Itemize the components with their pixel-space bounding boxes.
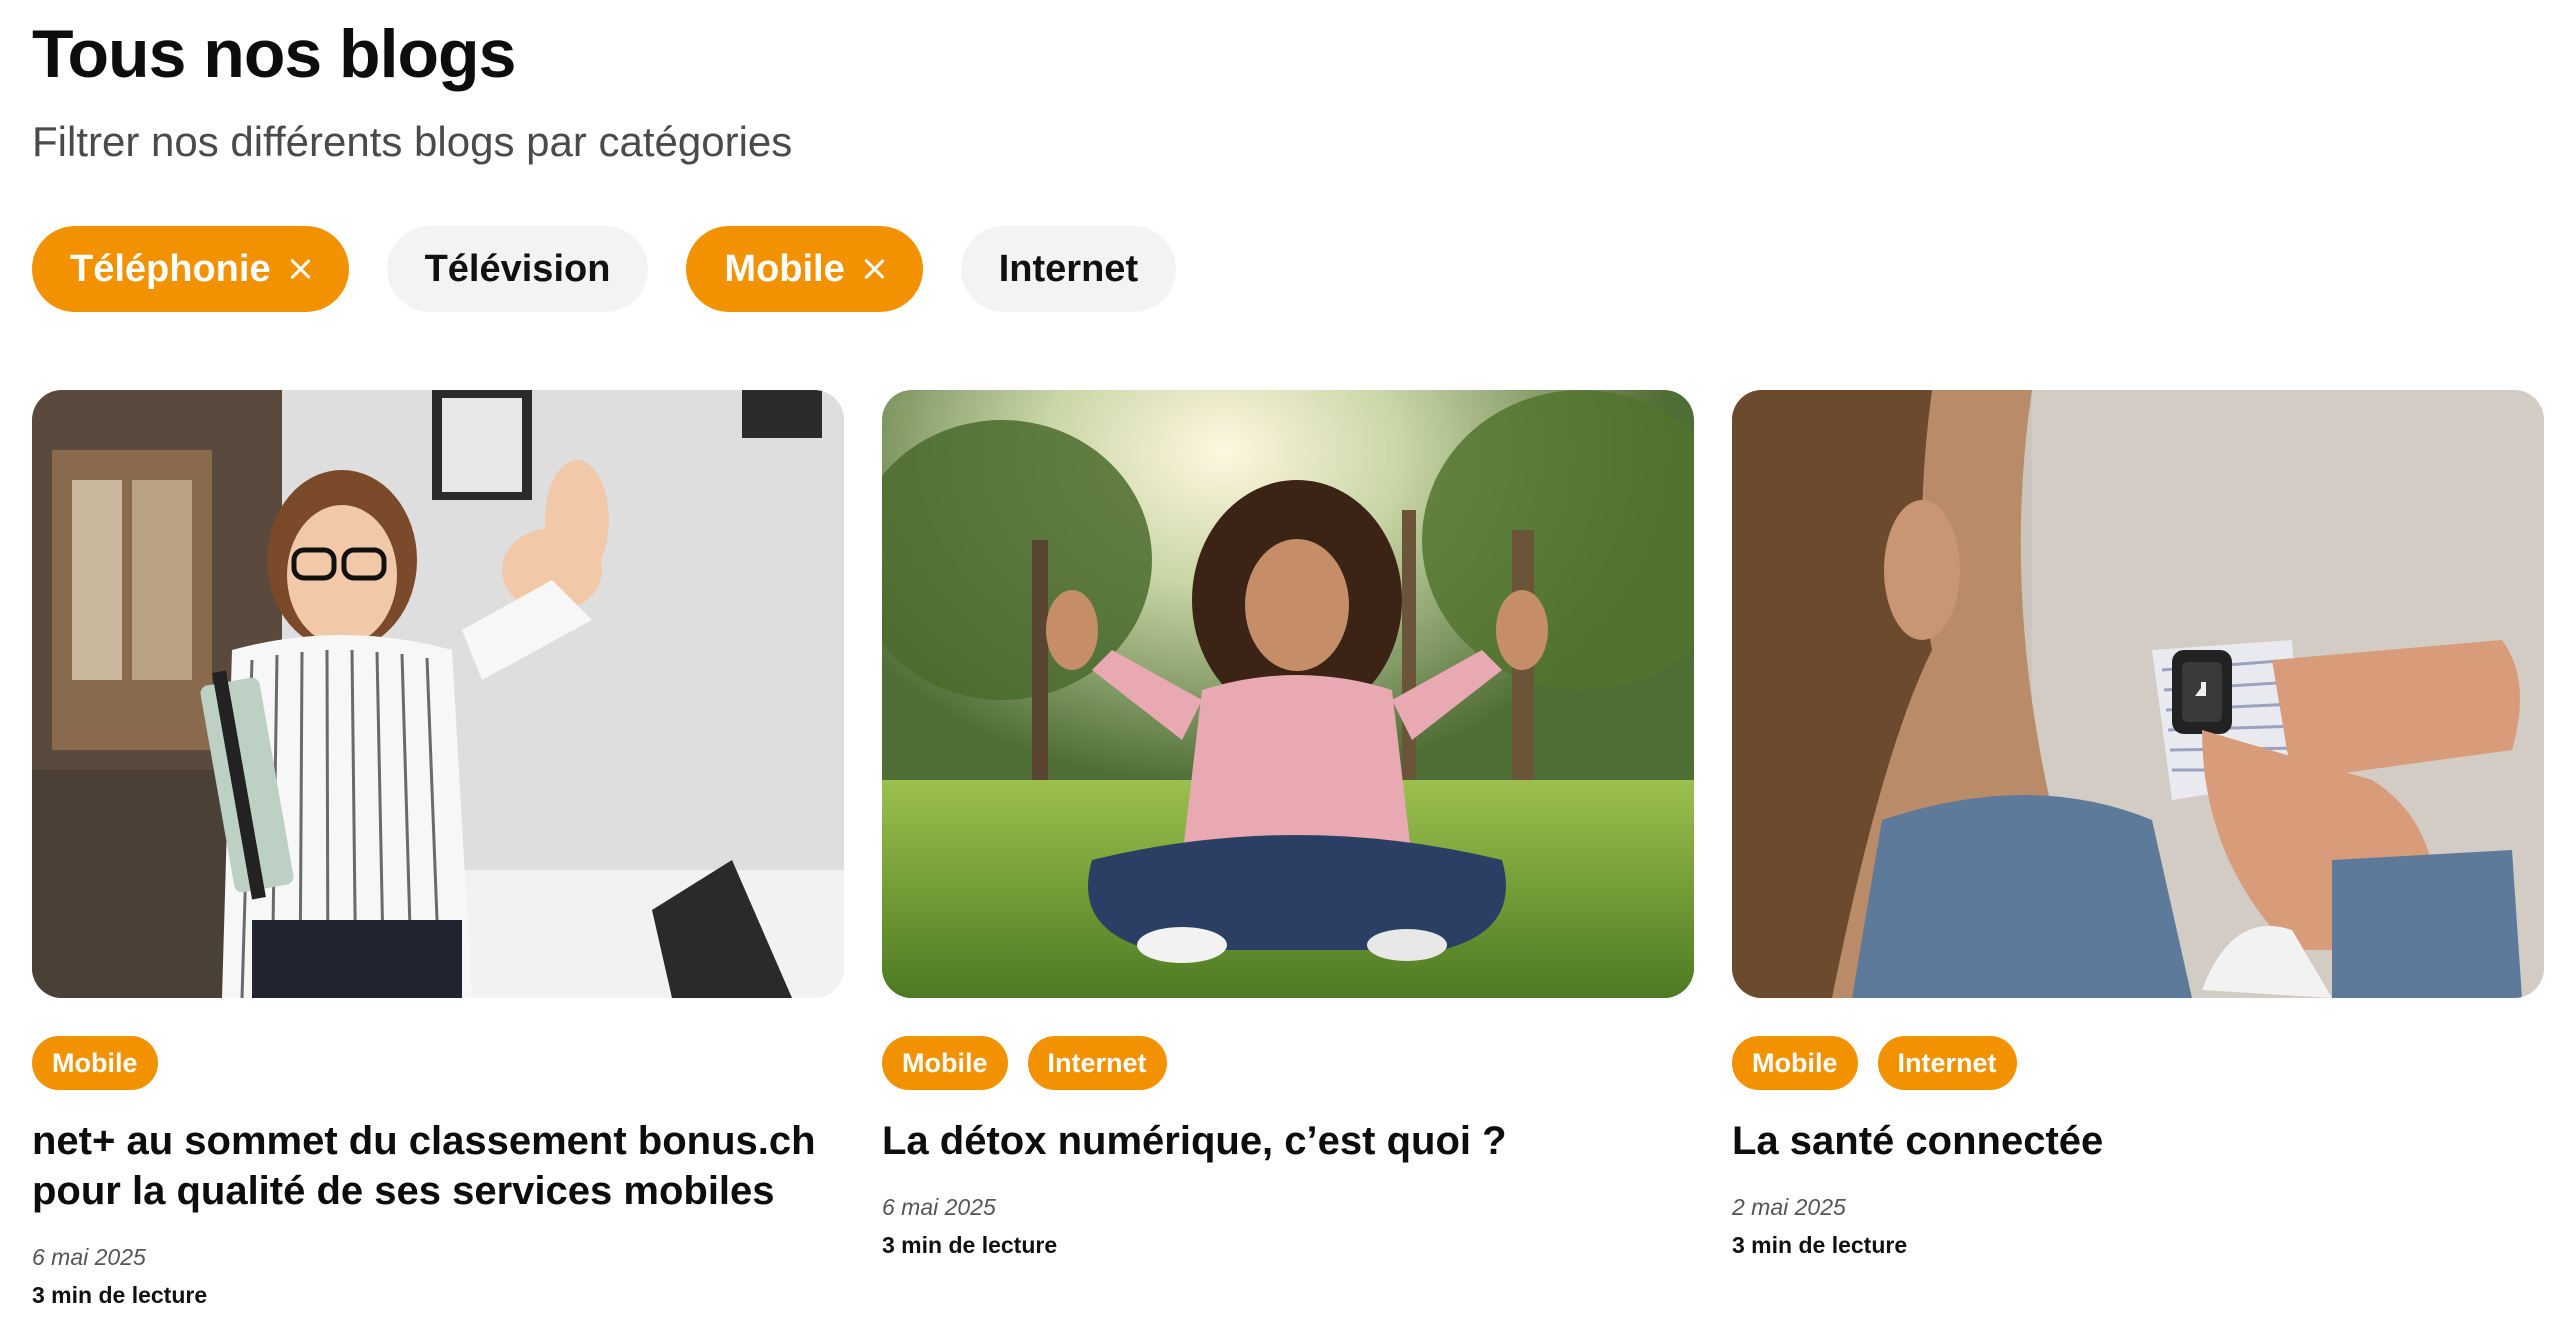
blog-card[interactable]: Mobile Internet La détox numérique, c’es… (882, 390, 1694, 1310)
blog-card-read-time: 3 min de lecture (1732, 1232, 1908, 1258)
blog-card[interactable]: Mobile Internet La santé connectée 2 mai… (1732, 390, 2544, 1310)
blog-card-tags: Mobile Internet (1732, 1036, 2544, 1090)
page-subtitle: Filtrer nos différents blogs par catégor… (32, 118, 793, 165)
blog-card-tags: Mobile (32, 1036, 844, 1090)
close-icon[interactable] (863, 258, 885, 280)
filter-chip-mobile[interactable]: Mobile (686, 226, 923, 312)
blog-card-read-time: 3 min de lecture (882, 1232, 1058, 1258)
category-tag[interactable]: Internet (1027, 1036, 1167, 1090)
category-tag[interactable]: Mobile (882, 1036, 1008, 1090)
blog-card-date: 6 mai 2025 (882, 1194, 996, 1220)
category-tag[interactable]: Internet (1877, 1036, 2017, 1090)
blog-card-list: Mobile net+ au sommet du classement bonu… (32, 390, 2544, 1310)
blog-card-title[interactable]: La détox numérique, c’est quoi ? (882, 1116, 1694, 1166)
filter-chip-label: Mobile (724, 247, 845, 290)
close-icon[interactable] (289, 258, 311, 280)
blog-card-date: 6 mai 2025 (32, 1244, 146, 1270)
category-tag[interactable]: Mobile (32, 1036, 158, 1090)
blog-card-image[interactable] (32, 390, 844, 998)
filter-chip-telephonie[interactable]: Téléphonie (32, 226, 349, 312)
blog-card[interactable]: Mobile net+ au sommet du classement bonu… (32, 390, 844, 1310)
blog-card-date: 2 mai 2025 (1732, 1194, 1846, 1220)
filter-chip-internet[interactable]: Internet (960, 226, 1177, 312)
category-filters: Téléphonie Télévision Mobile Internet (32, 226, 1177, 312)
blog-card-image[interactable] (882, 390, 1694, 998)
blog-card-tags: Mobile Internet (882, 1036, 1694, 1090)
filter-chip-label: Internet (998, 247, 1139, 290)
blog-card-title[interactable]: La santé connectée (1732, 1116, 2544, 1166)
blog-card-image[interactable] (1732, 390, 2544, 998)
page-title: Tous nos blogs (32, 16, 516, 92)
filter-chip-television[interactable]: Télévision (386, 226, 649, 312)
blog-card-title[interactable]: net+ au sommet du classement bonus.ch po… (32, 1116, 844, 1216)
category-tag[interactable]: Mobile (1732, 1036, 1858, 1090)
blog-card-read-time: 3 min de lecture (32, 1282, 208, 1308)
filter-chip-label: Téléphonie (70, 247, 271, 290)
filter-chip-label: Télévision (424, 247, 611, 290)
